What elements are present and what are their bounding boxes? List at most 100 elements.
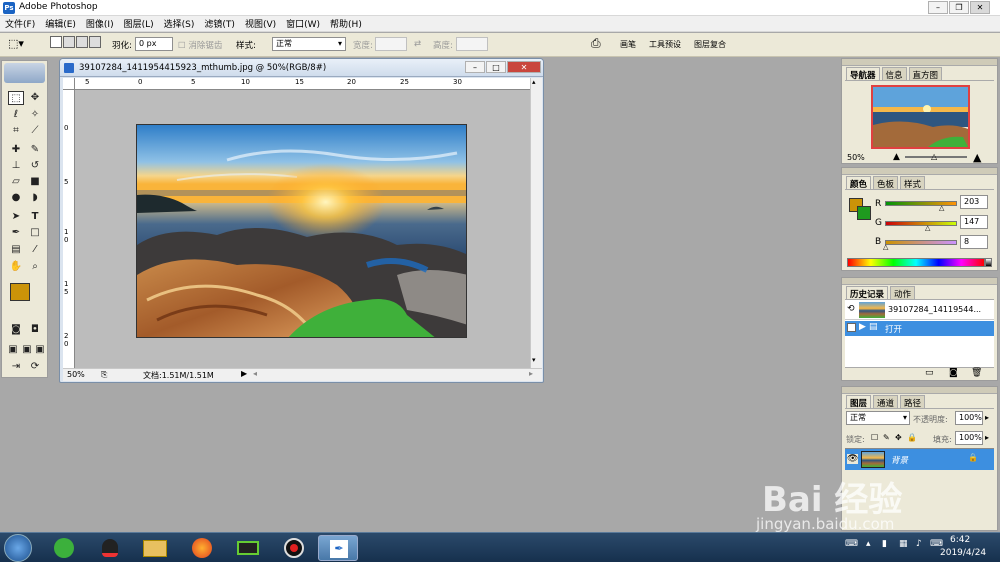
g-slider[interactable] xyxy=(885,221,957,226)
scroll-down-arrow-icon[interactable]: ▾ xyxy=(532,356,536,364)
new-document-from-state-icon[interactable]: ▭ xyxy=(925,368,934,378)
eyedropper-icon[interactable]: ⁄ xyxy=(27,243,43,257)
restore-button[interactable]: ❐ xyxy=(949,1,969,14)
status-arrow-icon[interactable]: ▶ xyxy=(241,369,247,378)
document-title-bar[interactable]: 39107284_1411954415923_mthumb.jpg @ 50%(… xyxy=(60,59,543,77)
menu-layer[interactable]: 图层(L) xyxy=(119,17,159,30)
screen-mode-full-icon[interactable]: ▣ xyxy=(32,343,48,357)
lock-position-icon[interactable]: ✥ xyxy=(895,433,902,442)
fill-arrow-icon[interactable]: ▸ xyxy=(985,433,989,442)
jump-to-imageready-icon[interactable]: ⇥ xyxy=(8,360,24,374)
trash-icon[interactable]: 🗑 xyxy=(971,368,982,378)
tab-layers[interactable]: 图层 xyxy=(846,395,872,409)
slice-tool-icon[interactable]: ⟋ xyxy=(27,124,43,138)
panel-grip[interactable] xyxy=(842,278,997,285)
status-menu-icon[interactable]: ⎘ xyxy=(101,370,107,380)
vertical-scrollbar[interactable]: ▴ ▾ xyxy=(530,78,542,368)
minimize-button[interactable]: – xyxy=(928,1,948,14)
b-slider-thumb[interactable]: △ xyxy=(883,243,888,251)
tray-keyboard-icon[interactable]: ⌨ xyxy=(845,539,858,549)
navigator-preview[interactable] xyxy=(871,85,970,149)
ruler-origin[interactable] xyxy=(63,78,75,90)
new-selection-icon[interactable] xyxy=(50,36,62,48)
tab-swatches[interactable]: 色板 xyxy=(873,176,899,190)
blend-mode-select[interactable]: 正常 ▾ xyxy=(846,411,910,425)
zoom-slider-thumb[interactable]: △ xyxy=(931,152,937,161)
palette-tab-tool-presets[interactable]: 工具预设 xyxy=(649,39,681,50)
tab-history[interactable]: 历史记录 xyxy=(846,286,889,300)
close-button[interactable]: ✕ xyxy=(970,1,990,14)
create-snapshot-icon[interactable]: ◙ xyxy=(949,368,958,378)
style-select[interactable]: 正常 ▾ xyxy=(272,37,346,51)
gradient-tool-icon[interactable]: ■ xyxy=(27,175,43,189)
intersect-selection-icon[interactable] xyxy=(89,36,101,48)
add-selection-icon[interactable] xyxy=(63,36,75,48)
hand-tool-icon[interactable]: ✋ xyxy=(8,260,24,274)
pen-tool-icon[interactable]: ✒ xyxy=(8,226,24,240)
blur-tool-icon[interactable]: ● xyxy=(8,191,24,205)
taskbar-photoshop-icon[interactable]: ✒ xyxy=(318,535,358,561)
healing-brush-icon[interactable]: ✚ xyxy=(8,143,24,157)
subtract-selection-icon[interactable] xyxy=(76,36,88,48)
opacity-input[interactable]: 100% xyxy=(955,411,983,425)
clock-date[interactable]: 2019/4/24 xyxy=(940,548,986,558)
color-spectrum-bar[interactable] xyxy=(847,258,985,267)
eye-visibility-icon[interactable]: 👁 xyxy=(847,454,859,464)
panel-grip[interactable] xyxy=(842,59,997,66)
fill-input[interactable]: 100% xyxy=(955,431,983,445)
tray-arrow-icon[interactable]: ▴ xyxy=(866,539,871,549)
b-slider[interactable] xyxy=(885,240,957,245)
tray-volume-icon[interactable]: ♪ xyxy=(916,539,922,549)
horizontal-ruler[interactable]: 5 0 5 10 15 20 25 30 xyxy=(75,78,530,90)
g-input[interactable]: 147 xyxy=(960,215,988,229)
imageready-icon[interactable]: ⟳ xyxy=(27,360,43,374)
swap-icon[interactable]: ⇄ xyxy=(414,39,421,49)
canvas-area[interactable] xyxy=(75,90,530,368)
b-input[interactable]: 8 xyxy=(960,235,988,249)
history-checkbox[interactable] xyxy=(847,323,856,332)
doc-minimize-button[interactable]: – xyxy=(465,61,485,73)
zoom-level[interactable]: 50% xyxy=(67,370,85,379)
lock-pixels-icon[interactable]: ✎ xyxy=(883,433,890,442)
menu-select[interactable]: 选择(S) xyxy=(159,17,200,30)
tab-navigator[interactable]: 导航器 xyxy=(846,67,880,81)
lasso-tool-icon[interactable]: ℓ xyxy=(8,108,24,122)
layer-row-background[interactable]: 👁 背景 🔒 xyxy=(845,448,994,470)
menu-help[interactable]: 帮助(H) xyxy=(325,17,367,30)
height-input[interactable] xyxy=(456,37,488,51)
panel-grip[interactable] xyxy=(842,168,997,175)
menu-edit[interactable]: 编辑(E) xyxy=(40,17,81,30)
dodge-tool-icon[interactable]: ◗ xyxy=(27,191,43,205)
shape-tool-icon[interactable]: □ xyxy=(27,226,43,240)
scroll-up-arrow-icon[interactable]: ▴ xyxy=(532,78,536,86)
doc-close-button[interactable]: ✕ xyxy=(507,61,541,73)
zoom-tool-icon[interactable]: ⌕ xyxy=(27,260,43,274)
menu-image[interactable]: 图像(I) xyxy=(81,17,119,30)
navigator-zoom[interactable]: 50% xyxy=(847,153,865,162)
feather-input[interactable]: 0 px xyxy=(135,37,173,51)
palette-tab-brushes[interactable]: 画笔 xyxy=(620,39,636,50)
black-white-bar[interactable] xyxy=(985,258,992,267)
quick-mask-icon[interactable]: ◘ xyxy=(27,323,43,337)
tab-info[interactable]: 信息 xyxy=(881,67,907,81)
r-slider[interactable] xyxy=(885,201,957,206)
antialias-checkbox[interactable]: ☐ 消除锯齿 xyxy=(178,39,222,51)
tab-styles[interactable]: 样式 xyxy=(900,176,926,190)
g-slider-thumb[interactable]: △ xyxy=(925,224,930,232)
width-input[interactable] xyxy=(375,37,407,51)
standard-mode-icon[interactable]: ◙ xyxy=(8,323,24,337)
lock-transparency-icon[interactable]: ☐ xyxy=(871,433,878,442)
clone-stamp-icon[interactable]: ⊥ xyxy=(8,159,24,173)
file-browser-icon[interactable]: ⎙ xyxy=(591,36,601,51)
tray-usb-icon[interactable]: ▮ xyxy=(882,539,887,549)
history-snapshot-row[interactable]: ⟲ 39107284_14119544... xyxy=(845,300,994,320)
palette-tab-layer-comps[interactable]: 图层复合 xyxy=(694,39,726,50)
tab-channels[interactable]: 通道 xyxy=(873,395,899,409)
color-background-swatch[interactable] xyxy=(857,206,871,220)
document-image[interactable] xyxy=(136,124,467,338)
r-input[interactable]: 203 xyxy=(960,195,988,209)
foreground-color-swatch[interactable] xyxy=(10,283,30,301)
zoom-out-icon[interactable]: ▲ xyxy=(893,152,900,162)
tab-paths[interactable]: 路径 xyxy=(900,395,926,409)
eraser-tool-icon[interactable]: ▱ xyxy=(8,175,24,189)
